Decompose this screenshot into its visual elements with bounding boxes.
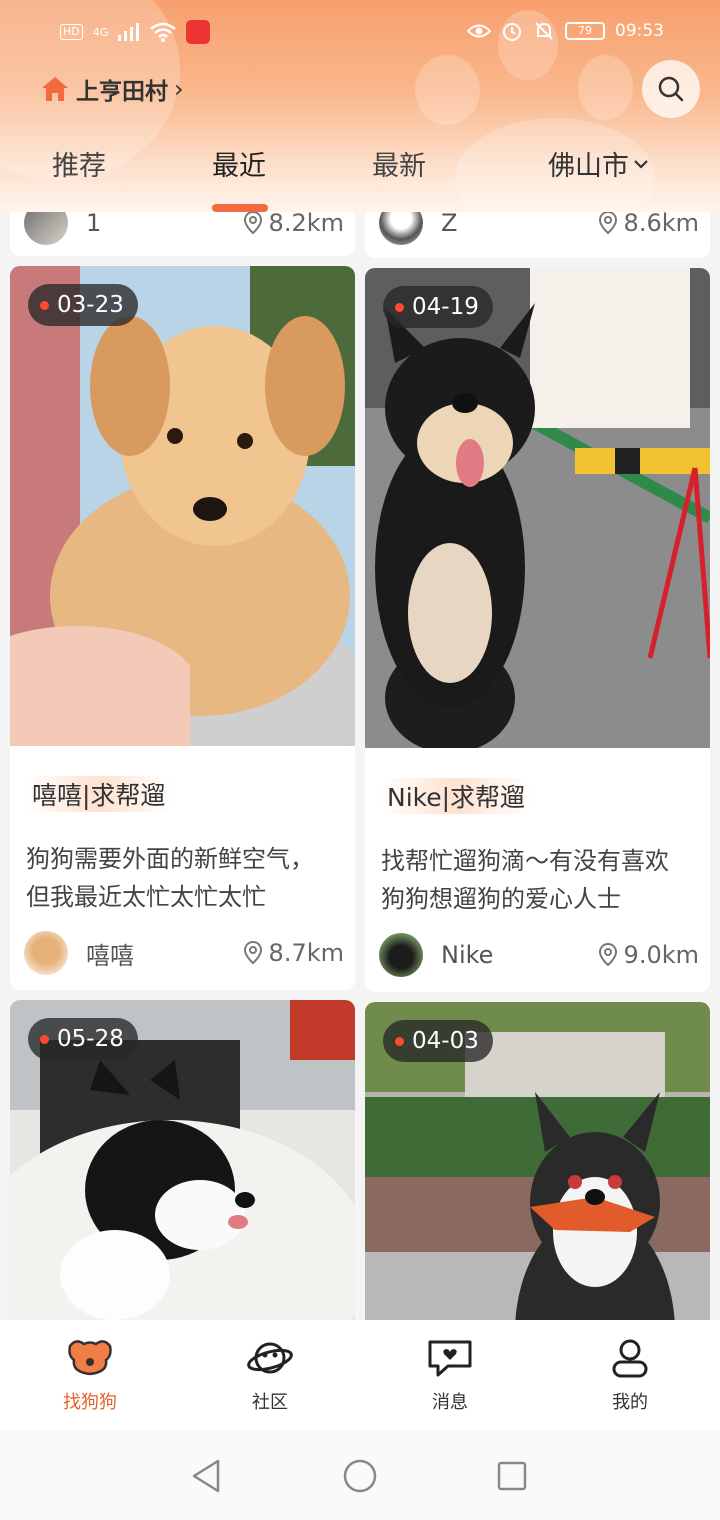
alarm-icon — [503, 23, 521, 41]
dog-photo: 04-03 — [365, 1002, 710, 1320]
location-pin-icon — [598, 211, 617, 235]
eye-icon — [467, 24, 491, 38]
city-selector[interactable]: 佛山市 — [548, 144, 649, 183]
signal-icon — [118, 23, 140, 41]
dog-photo: 04-19 — [365, 268, 710, 748]
post-title: Nike|求帮遛 — [381, 778, 532, 814]
user-name: Nike — [441, 941, 494, 969]
post-footer: Nike 9.0km — [379, 932, 699, 978]
system-navigation-bar — [0, 1430, 720, 1520]
location-selector[interactable]: 上亨田村 › — [40, 72, 184, 106]
nav-community[interactable]: 社区 — [180, 1338, 360, 1414]
location-pin-icon — [243, 211, 262, 235]
location-pin-icon — [243, 941, 262, 965]
app-header: HD 4G 79 09:53 上亨田村 › 推荐 最近 最新 佛山市 — [0, 0, 720, 212]
chevron-down-icon — [634, 159, 648, 169]
dog-card[interactable]: 03-23 嘻嘻|求帮遛 狗狗需要外面的新鲜空气，但我最近太忙太忙太忙 嘻嘻 8… — [10, 266, 355, 990]
mute-bell-icon — [535, 22, 553, 40]
paw-decoration — [415, 55, 480, 125]
user-icon — [612, 1339, 648, 1378]
distance: 9.0km — [598, 941, 699, 969]
nav-label: 消息 — [432, 1392, 468, 1413]
location-pin-icon — [598, 943, 617, 967]
clock: 09:53 — [615, 21, 664, 41]
dog-card[interactable]: 04-03 — [365, 1002, 710, 1320]
date-badge: 04-03 — [383, 1020, 493, 1062]
location-name: 上亨田村 — [76, 79, 168, 105]
home-icon — [42, 77, 68, 101]
back-icon[interactable] — [190, 1458, 222, 1494]
dog-photo: 03-23 — [10, 266, 355, 746]
nav-messages[interactable]: 消息 — [360, 1338, 540, 1414]
user-avatar — [379, 933, 423, 977]
red-dot — [395, 1036, 404, 1046]
status-bar: HD 4G 79 09:53 — [0, 14, 720, 50]
user-name: Z — [441, 209, 458, 237]
dog-photo: 05-28 — [10, 1000, 355, 1320]
search-button[interactable] — [642, 60, 700, 118]
dog-face-icon — [68, 1340, 112, 1376]
network-type: 4G — [92, 25, 109, 39]
red-dot — [40, 300, 49, 310]
feed-tabs: 推荐 最近 最新 佛山市 — [0, 140, 720, 212]
date-badge: 04-19 — [383, 286, 493, 328]
nav-profile[interactable]: 我的 — [540, 1338, 720, 1414]
hd-indicator: HD — [60, 24, 83, 40]
recents-square-icon[interactable] — [496, 1460, 528, 1492]
nav-label: 找狗狗 — [63, 1392, 117, 1413]
dog-card[interactable]: 05-28 — [10, 1000, 355, 1320]
user-name: 1 — [86, 209, 102, 237]
battery-icon: 79 — [565, 22, 605, 40]
huawei-app-icon — [186, 20, 211, 44]
nav-find-dog[interactable]: 找狗狗 — [0, 1338, 180, 1414]
search-icon — [658, 76, 684, 102]
post-title: 嘻嘻|求帮遛 — [26, 776, 172, 812]
red-dot — [395, 302, 404, 312]
paw-decoration — [578, 55, 633, 120]
planet-icon — [247, 1342, 293, 1374]
post-description: 找帮忙遛狗滴～有没有喜欢狗狗想遛狗的爱心人士 — [381, 847, 669, 913]
tab-recommend[interactable]: 推荐 — [52, 144, 106, 183]
distance: 8.2km — [243, 209, 344, 237]
distance: 8.7km — [243, 939, 344, 967]
wifi-icon — [150, 22, 177, 42]
chevron-right-icon: › — [174, 75, 184, 103]
user-name: 嘻嘻 — [86, 941, 134, 970]
user-avatar — [24, 931, 68, 975]
home-circle-icon[interactable] — [342, 1458, 378, 1494]
tab-recent[interactable]: 最近 — [212, 144, 266, 183]
chat-heart-icon — [428, 1340, 472, 1377]
post-description: 狗狗需要外面的新鲜空气，但我最近太忙太忙太忙 — [26, 845, 314, 911]
nav-label: 社区 — [252, 1392, 288, 1413]
post-footer: 嘻嘻 8.7km — [24, 930, 344, 976]
distance: 8.6km — [598, 209, 699, 237]
nav-label: 我的 — [612, 1392, 648, 1413]
bottom-tab-bar: 找狗狗 社区 消息 我的 — [0, 1320, 720, 1430]
red-dot — [40, 1034, 49, 1044]
date-badge: 03-23 — [28, 284, 138, 326]
tab-newest[interactable]: 最新 — [372, 144, 426, 183]
dog-card[interactable]: 04-19 Nike|求帮遛 找帮忙遛狗滴～有没有喜欢狗狗想遛狗的爱心人士 Ni… — [365, 268, 710, 992]
city-name: 佛山市 — [548, 151, 629, 182]
date-badge: 05-28 — [28, 1018, 138, 1060]
active-tab-indicator — [212, 204, 268, 212]
